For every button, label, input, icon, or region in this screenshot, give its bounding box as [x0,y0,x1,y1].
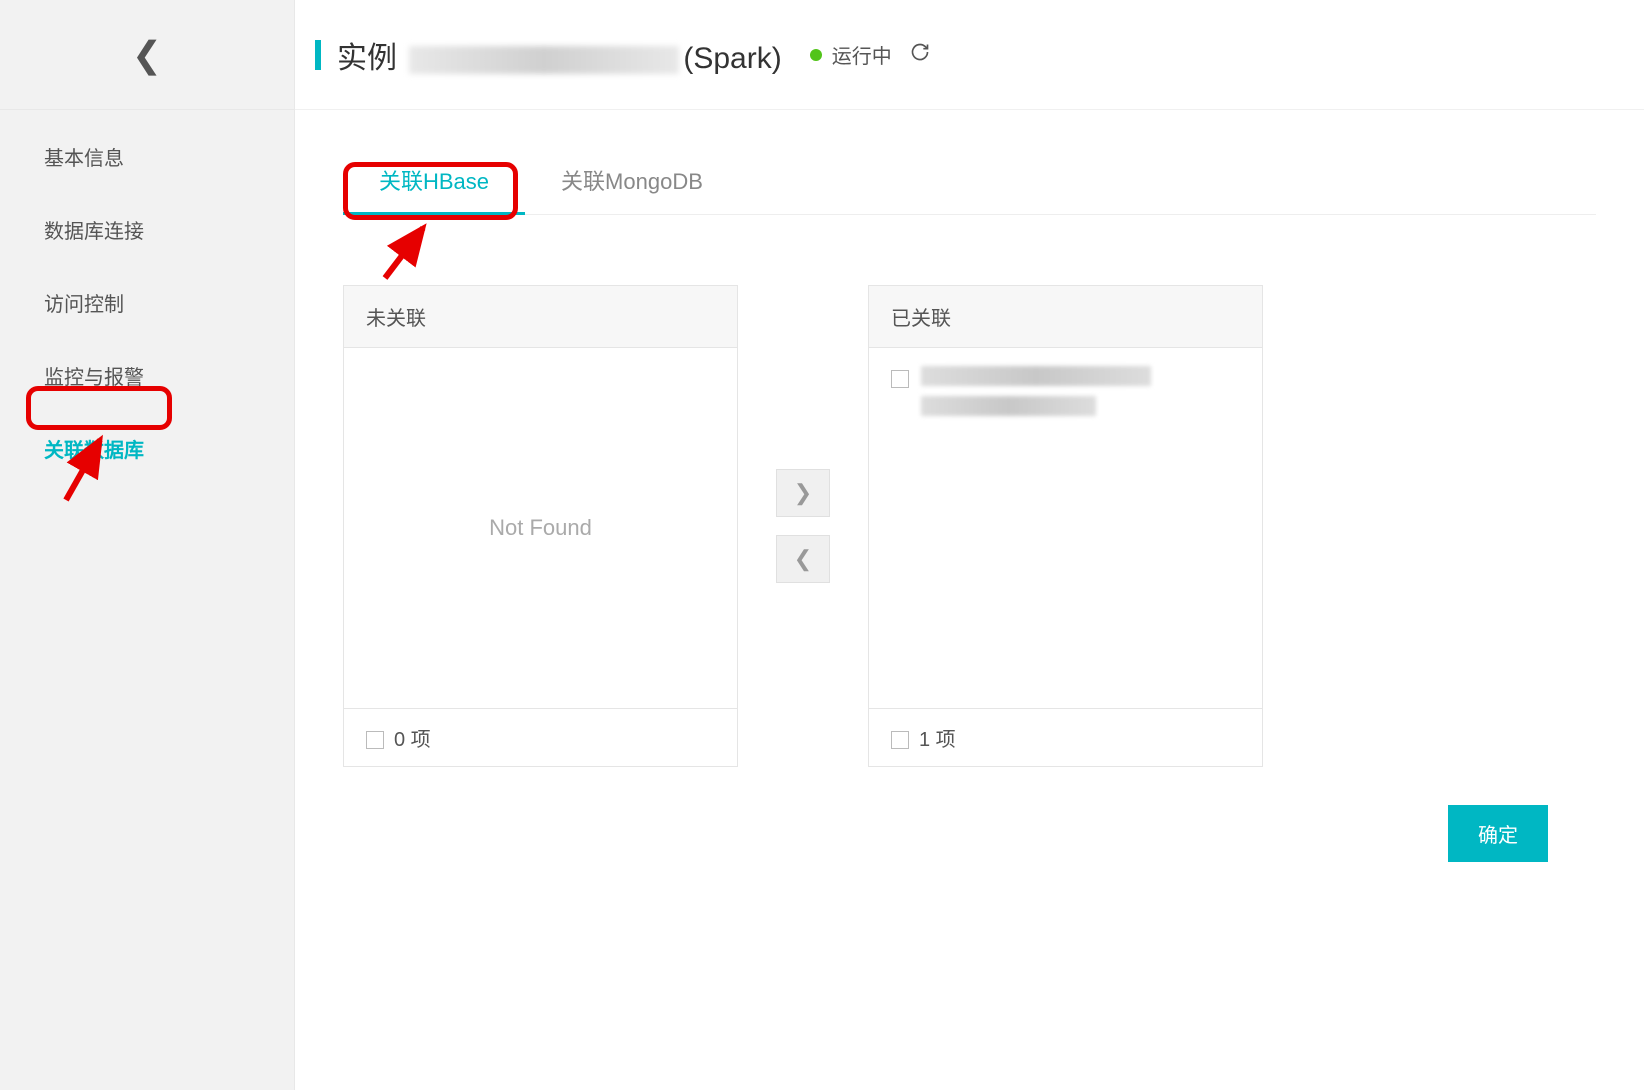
transfer-right-panel: 已关联 1 项 [868,285,1263,767]
refresh-icon[interactable] [910,42,930,68]
transfer-move-right-button[interactable]: ❯ [776,469,830,517]
transfer-left-panel: 未关联 Not Found 0 项 [343,285,738,767]
checkbox-select-all-right[interactable] [891,731,909,749]
redacted-line [921,396,1096,416]
sidebar-item-access-control[interactable]: 访问控制 [0,266,294,339]
status-text: 运行中 [832,40,892,69]
status-dot-icon [810,49,822,61]
redacted-line [921,366,1151,386]
transfer-left-body: Not Found [344,348,737,708]
tab-mongodb[interactable]: 关联MongoDB [525,150,739,214]
confirm-row: 确定 [343,805,1596,862]
content: 实例 (Spark) 运行中 关联HBase 关联MongoDB [295,0,1644,1090]
transfer-move-left-button[interactable]: ❮ [776,535,830,583]
sidebar-item-basic-info[interactable]: 基本信息 [0,120,294,193]
transfer-right-footer: 1 项 [869,708,1262,766]
transfer-right-title: 已关联 [869,286,1262,348]
page-body: 关联HBase 关联MongoDB 未关联 Not Found 0 项 [295,110,1644,902]
redacted-instance-id [409,46,679,74]
checkbox-select-all-left[interactable] [366,731,384,749]
sidebar: ❮ 基本信息 数据库连接 访问控制 监控与报警 关联数据库 [0,0,295,1090]
title-suffix: (Spark) [683,42,781,75]
confirm-button[interactable]: 确定 [1448,805,1548,862]
tabs: 关联HBase 关联MongoDB [343,150,1596,215]
title-prefix: 实例 [337,42,397,75]
transfer-ops: ❯ ❮ [738,469,868,583]
transfer-right-count: 1 项 [919,723,956,752]
item-text [921,366,1151,426]
transfer-empty-text: Not Found [489,515,592,541]
status-badge: 运行中 [810,40,892,69]
transfer-left-footer: 0 项 [344,708,737,766]
list-item[interactable] [891,366,1151,426]
sidebar-item-monitoring[interactable]: 监控与报警 [0,339,294,412]
transfer-right-body [869,348,1262,708]
transfer: 未关联 Not Found 0 项 ❯ ❮ [343,285,1596,767]
sidebar-menu: 基本信息 数据库连接 访问控制 监控与报警 关联数据库 [0,110,294,485]
sidebar-item-associated-db[interactable]: 关联数据库 [0,412,294,485]
page-title: 实例 (Spark) [337,33,782,77]
checkbox-item[interactable] [891,370,909,388]
header-accent-bar [315,40,321,70]
chevron-left-icon: ❮ [794,546,812,572]
back-row: ❮ [0,0,294,110]
chevron-right-icon: ❯ [794,480,812,506]
page-header: 实例 (Spark) 运行中 [295,0,1644,110]
transfer-left-count: 0 项 [394,723,431,752]
sidebar-item-db-connection[interactable]: 数据库连接 [0,193,294,266]
transfer-left-title: 未关联 [344,286,737,348]
tab-hbase[interactable]: 关联HBase [343,150,525,214]
back-chevron-icon[interactable]: ❮ [132,34,162,76]
